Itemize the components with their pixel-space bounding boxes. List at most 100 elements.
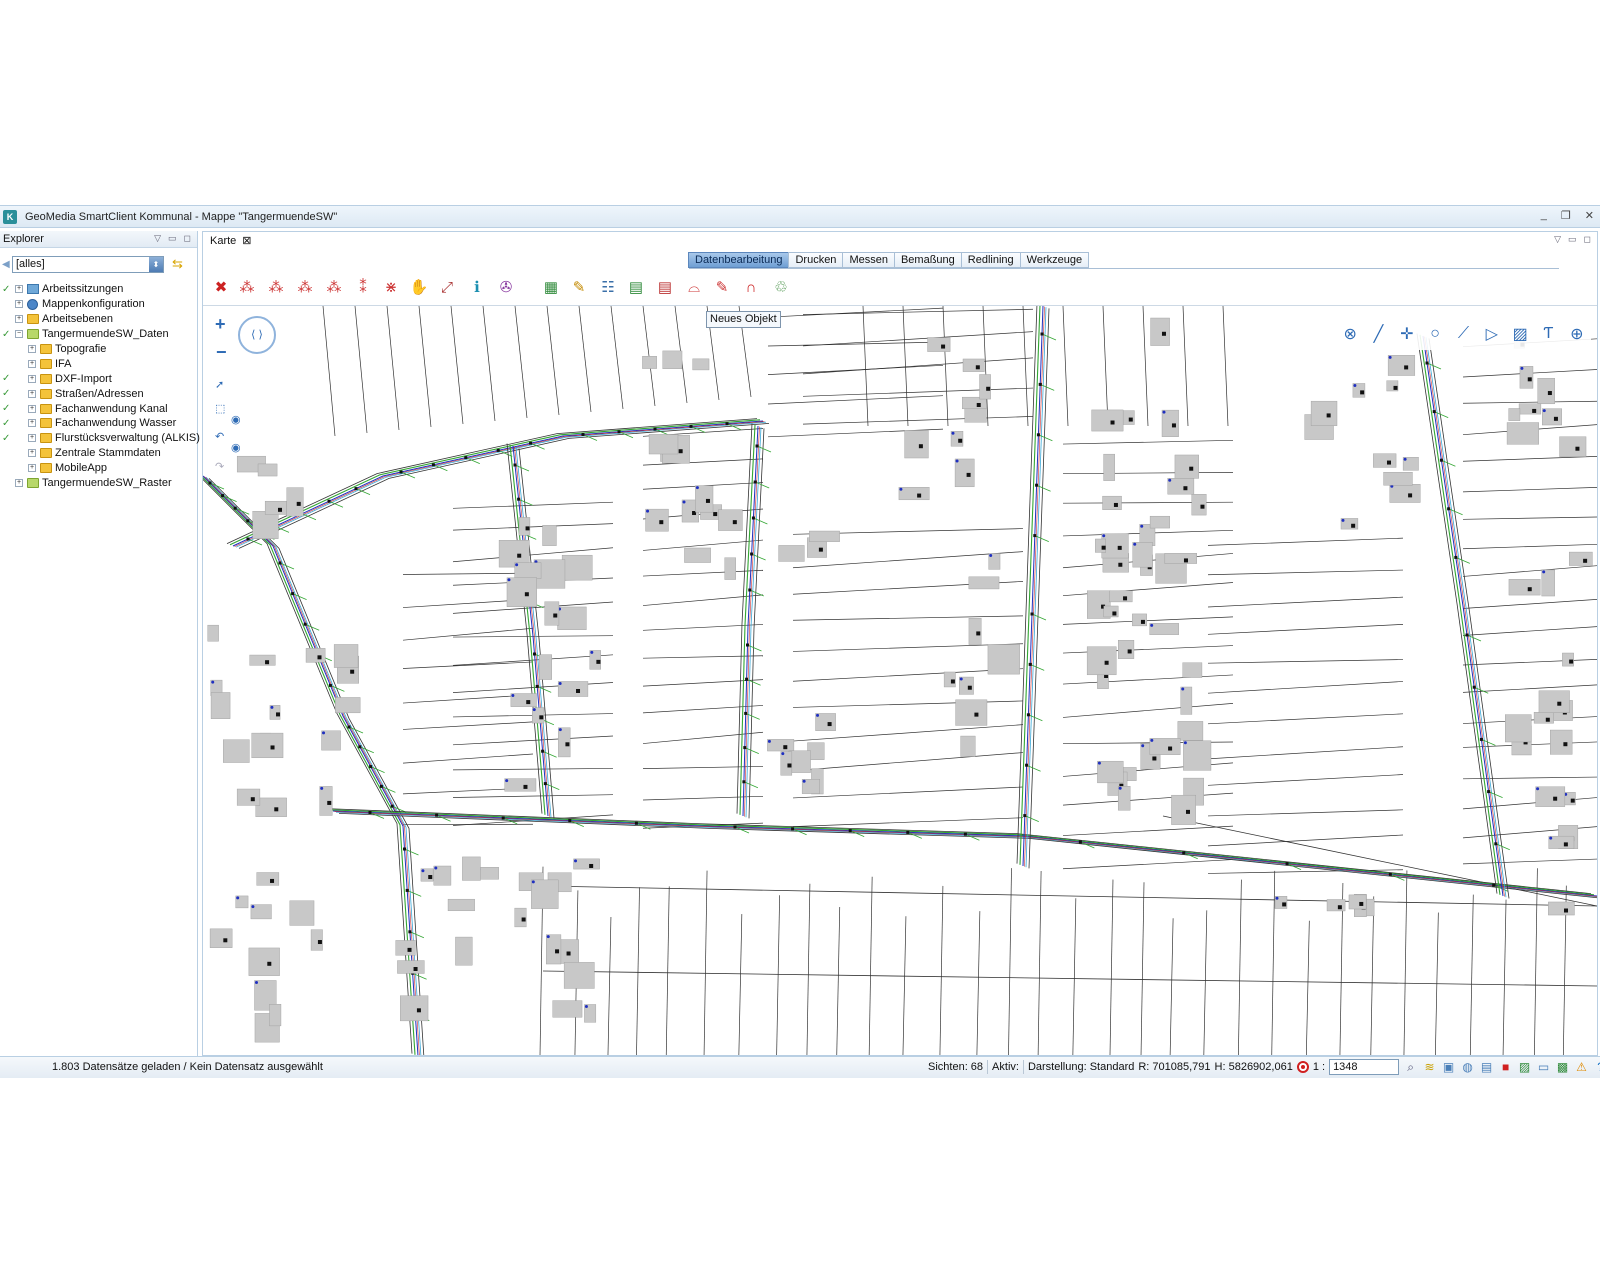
trash-icon[interactable]: ♲ [771,278,791,298]
checked-checkbox-icon[interactable]: ✓ [2,418,11,428]
select-area-icon[interactable]: ⁂ [324,278,344,298]
restore-button[interactable]: ❐ [1561,209,1571,222]
tree-item[interactable]: ✓ + Fachanwendung Kanal [0,401,196,416]
pan-control-icon[interactable]: ⟨ ⟩ [238,316,276,354]
search-icon[interactable]: ⌕ [1403,1060,1418,1075]
select-multi-icon[interactable]: ⁂ [237,278,257,298]
next-view-icon[interactable]: ↷ [215,460,224,473]
expand-icon[interactable]: + [28,449,36,458]
navigation-wheel-icon[interactable]: ✇ [496,278,516,298]
tree-item[interactable]: + Zentrale Stammdaten [0,446,196,461]
close-button[interactable]: ✕ [1585,209,1594,222]
tree-item[interactable]: + Mappenkonfiguration [0,297,196,312]
zoom-extent-icon[interactable]: ⤢ [437,278,457,298]
checked-checkbox-icon[interactable]: ✓ [2,404,11,414]
circle-tool-icon[interactable]: ○ [1424,325,1446,343]
expand-icon[interactable]: + [28,404,36,413]
note-edit-icon[interactable]: ✎ [712,278,732,298]
tree-item[interactable]: ✓ + Arbeitssitzungen [0,282,196,297]
shape-edit-icon[interactable]: ⌓ [684,278,704,298]
select-remove-icon[interactable]: ⁂ [295,278,315,298]
select-line-icon[interactable]: ⁑ [353,278,373,298]
dropdown-arrow-icon[interactable]: ⬍ [149,257,163,272]
map-view[interactable]: + − ⟨ ⟩ ➚ ⬚ ◉ ↶ ◉ ↷ ⊗ ╱ ✛ ○ ⟋ ▷ ▨ Ƭ ⊕ [203,305,1597,1055]
map-canvas[interactable] [203,306,1597,1055]
edit-object-icon[interactable]: ✎ [569,278,589,298]
expand-icon[interactable]: + [28,464,36,473]
tree-item[interactable]: + IFA [0,356,196,371]
panel-maximize-icon[interactable]: ◻ [1584,234,1591,245]
panel-menu-icon[interactable]: ▽ [1554,234,1561,245]
checkbox-icon[interactable] [2,345,11,354]
tree-item[interactable]: ✓ + Straßen/Adressen [0,386,196,401]
checked-checkbox-icon[interactable]: ✓ [2,374,11,384]
line-tool-icon[interactable]: ╱ [1367,324,1389,344]
expand-icon[interactable]: + [28,374,36,383]
layer-filter-select[interactable]: [alles] ⬍ [12,256,164,273]
cancel-drawing-icon[interactable]: ⊗ [1339,324,1361,344]
snap-tool-icon[interactable]: ⊕ [1566,324,1588,344]
map-overview-icon[interactable]: ▣ [1441,1060,1456,1074]
panel-minimize-icon[interactable]: ▭ [1568,234,1577,245]
explorer-sync-icon[interactable]: ⇆ [172,256,183,272]
layer-edit-icon[interactable]: ▤ [626,278,646,298]
checkbox-icon[interactable] [2,300,11,309]
view-eye-icon[interactable]: ◉ [231,441,241,454]
expand-icon[interactable]: + [15,300,23,309]
scale-input[interactable]: 1348 [1329,1059,1400,1075]
expand-icon[interactable]: + [15,479,23,488]
undo-arc-icon[interactable]: ∩ [741,278,761,298]
explorer-back-icon[interactable]: ◀ [2,259,10,270]
record-icon[interactable] [1296,1061,1309,1073]
previous-view-icon[interactable]: ↶ [215,430,224,443]
tab-messen[interactable]: Messen [842,252,895,268]
table-icon[interactable]: ▤ [1479,1060,1494,1074]
tree-item[interactable]: ✓ − TangermuendeSW_Daten [0,327,196,342]
tree-item[interactable]: + Topografie [0,342,196,357]
select-pointer-icon[interactable]: ➚ [215,378,224,391]
checkbox-icon[interactable] [2,359,11,368]
checkbox-icon[interactable] [2,315,11,324]
polygon-tool-icon[interactable]: ▷ [1481,324,1503,344]
tab-datenbearbeitung[interactable]: Datenbearbeitung [688,252,790,268]
expand-icon[interactable]: + [28,359,36,368]
warning-icon[interactable]: ⚠ [1574,1060,1589,1074]
checked-checkbox-icon[interactable]: ✓ [2,389,11,399]
checked-checkbox-icon[interactable]: ✓ [2,284,11,294]
view-eye-icon[interactable]: ◉ [231,413,241,426]
collapse-icon[interactable]: − [15,330,23,339]
checked-checkbox-icon[interactable]: ✓ [2,433,11,443]
tab-redlining[interactable]: Redlining [960,252,1021,268]
tree-item[interactable]: ✓ + Flurstücksverwaltung (ALKIS) [0,431,200,446]
panel-minimize-icon[interactable]: ▭ [168,233,177,244]
zoom-in-icon[interactable]: + [215,314,226,335]
select-polygon-icon[interactable]: ⋇ [381,278,401,298]
tree-item[interactable]: + Arbeitsebenen [0,312,196,327]
tab-karte[interactable]: Karte ⊠ [206,233,256,248]
raster-icon[interactable]: ▩ [1555,1060,1570,1074]
new-object-icon[interactable]: ▦ [541,278,561,298]
close-tab-icon[interactable]: ⊠ [242,234,251,247]
help-icon[interactable]: ? [1593,1060,1600,1074]
expand-icon[interactable]: + [15,315,23,324]
image-icon[interactable]: ▨ [1517,1060,1532,1074]
point-tool-icon[interactable]: ✛ [1396,324,1418,344]
minimize-button[interactable]: _ [1541,209,1547,222]
checked-checkbox-icon[interactable]: ✓ [2,329,11,339]
tree-item[interactable]: ✓ + Fachanwendung Wasser [0,416,196,431]
panel-maximize-icon[interactable]: ◻ [184,233,191,244]
checkbox-icon[interactable] [2,449,11,458]
checkbox-icon[interactable] [2,479,11,488]
expand-icon[interactable]: + [28,419,36,428]
zoom-out-icon[interactable]: − [216,342,227,363]
info-icon[interactable]: ℹ [467,278,487,298]
attribute-table-icon[interactable]: ☷ [598,278,618,298]
polyline-tool-icon[interactable]: ⟋ [1452,325,1474,343]
checkbox-icon[interactable] [2,464,11,473]
tree-item[interactable]: + TangermuendeSW_Raster [0,476,196,491]
expand-icon[interactable]: + [28,434,36,443]
tab-werkzeuge[interactable]: Werkzeuge [1019,252,1090,268]
tree-item[interactable]: + MobileApp [0,461,196,476]
zoom-box-icon[interactable]: ⬚ [215,402,225,415]
stop-icon[interactable]: ■ [1498,1060,1513,1074]
